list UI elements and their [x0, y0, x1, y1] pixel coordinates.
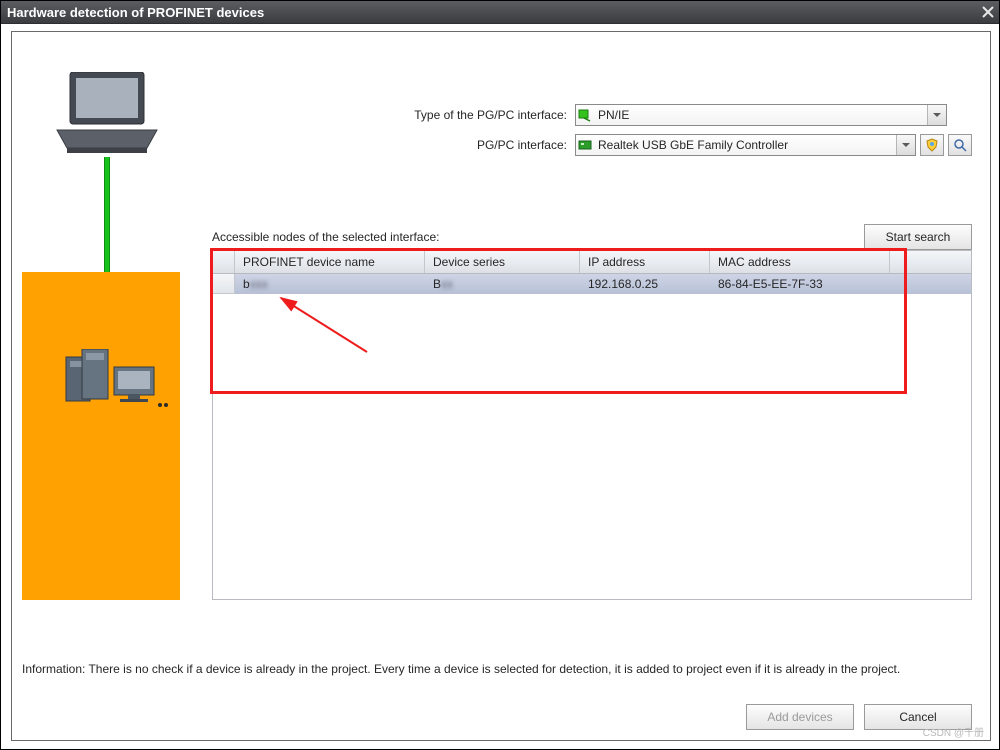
row-handle-header	[213, 251, 235, 273]
col-mac-address[interactable]: MAC address	[710, 251, 890, 273]
cell-device-series: Bxx	[425, 274, 580, 294]
row-handle[interactable]	[213, 274, 235, 294]
add-devices-button[interactable]: Add devices	[746, 704, 854, 730]
close-button[interactable]	[977, 1, 999, 23]
nodes-table: PROFINET device name Device series IP ad…	[212, 250, 972, 600]
type-of-interface-row: Type of the PG/PC interface: PN/IE	[212, 104, 972, 126]
laptop-icon	[52, 72, 162, 162]
titlebar: Hardware detection of PROFINET devices	[1, 1, 999, 24]
interface-value: Realtek USB GbE Family Controller	[594, 138, 896, 152]
col-profinet-name[interactable]: PROFINET device name	[235, 251, 425, 273]
illustration-panel	[22, 47, 192, 600]
col-device-series[interactable]: Device series	[425, 251, 580, 273]
orange-panel	[22, 272, 180, 600]
nic-icon	[576, 138, 594, 152]
devices-icon	[58, 349, 168, 419]
col-ip-address[interactable]: IP address	[580, 251, 710, 273]
type-of-interface-select[interactable]: PN/IE	[575, 104, 947, 126]
table-header: PROFINET device name Device series IP ad…	[213, 251, 971, 274]
accessible-nodes-label: Accessible nodes of the selected interfa…	[212, 230, 439, 244]
dialog-window: Hardware detection of PROFINET devices	[0, 0, 1000, 750]
cell-profinet-name: bxxx	[235, 274, 425, 294]
interface-select[interactable]: Realtek USB GbE Family Controller	[575, 134, 916, 156]
close-icon	[981, 5, 995, 19]
interface-row: PG/PC interface: Realtek USB GbE Family …	[212, 134, 972, 156]
pnie-icon	[576, 108, 594, 122]
annotation-arrow-icon	[239, 294, 369, 354]
cell-mac: 86-84-E5-EE-7F-33	[710, 274, 890, 294]
type-value: PN/IE	[594, 108, 927, 122]
watermark-text: CSDN @千册	[923, 724, 984, 739]
type-of-interface-label: Type of the PG/PC interface:	[212, 108, 575, 122]
chevron-down-icon	[927, 105, 946, 125]
chevron-down-icon	[896, 135, 915, 155]
interface-label: PG/PC interface:	[212, 138, 575, 152]
shield-icon	[925, 138, 939, 152]
magnifier-icon	[953, 138, 967, 152]
information-text: Information: There is no check if a devi…	[22, 661, 972, 678]
window-title: Hardware detection of PROFINET devices	[7, 5, 264, 20]
cell-ip: 192.168.0.25	[580, 274, 710, 294]
configure-interface-button[interactable]	[920, 134, 944, 156]
dialog-body: Type of the PG/PC interface: PN/IE PG/PC…	[11, 31, 991, 741]
diagnostics-button[interactable]	[948, 134, 972, 156]
table-row[interactable]: bxxx Bxx 192.168.0.25 86-84-E5-EE-7F-33	[213, 274, 971, 294]
start-search-button[interactable]: Start search	[864, 224, 972, 250]
